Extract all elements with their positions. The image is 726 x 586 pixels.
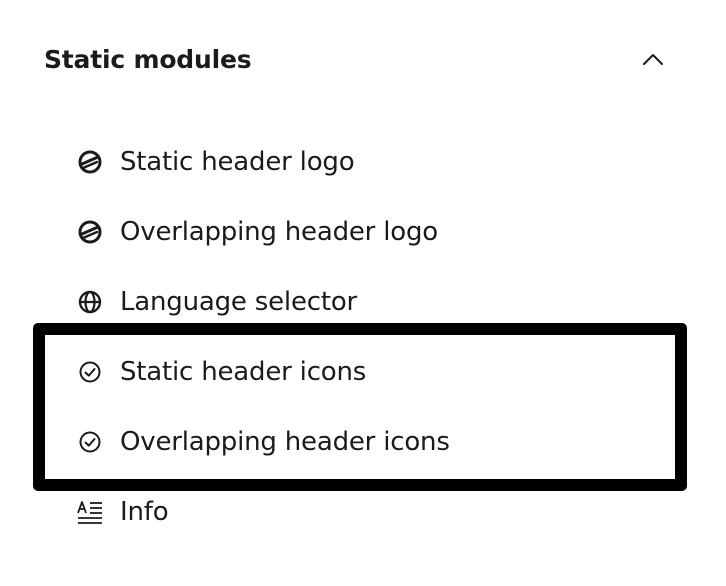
globe-icon [76, 288, 104, 316]
module-label: Static header logo [120, 147, 355, 177]
module-item-overlapping-header-logo[interactable]: Overlapping header logo [76, 197, 450, 267]
module-label: Language selector [120, 287, 358, 317]
static-modules-header[interactable]: Static modules [44, 36, 684, 82]
logo-icon [76, 148, 104, 176]
check-circle-icon [76, 358, 104, 386]
module-item-static-header-logo[interactable]: Static header logo [76, 127, 450, 197]
module-item-language-selector[interactable]: Language selector [76, 267, 450, 337]
chevron-up-icon[interactable] [636, 42, 670, 76]
module-label: Overlapping header logo [120, 217, 438, 247]
module-label: Overlapping header icons [120, 427, 450, 457]
module-label: Info [120, 497, 169, 527]
check-circle-icon [76, 428, 104, 456]
module-list: Static header logo Overlapping header lo… [76, 127, 450, 547]
text-format-icon [76, 498, 104, 526]
module-item-info[interactable]: Info [76, 477, 450, 547]
module-item-static-header-icons[interactable]: Static header icons [76, 337, 450, 407]
module-item-overlapping-header-icons[interactable]: Overlapping header icons [76, 407, 450, 477]
section-title: Static modules [44, 44, 252, 74]
logo-icon [76, 218, 104, 246]
module-label: Static header icons [120, 357, 367, 387]
